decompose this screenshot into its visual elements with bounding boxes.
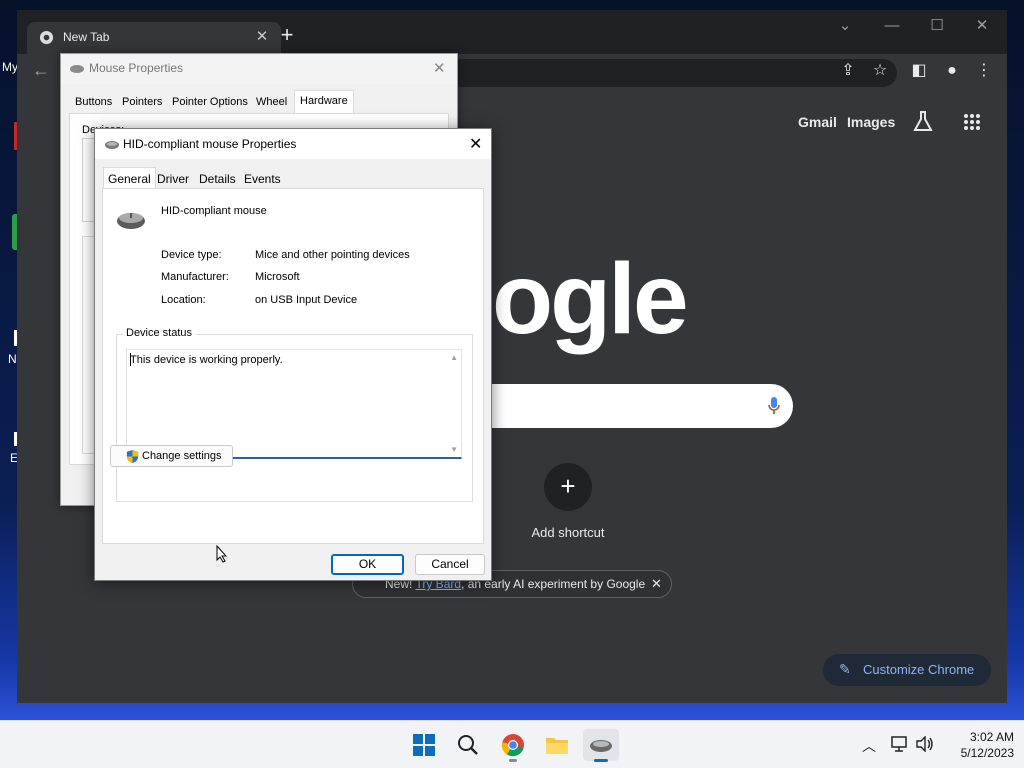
- tab-wheel[interactable]: Wheel: [251, 92, 292, 114]
- scroll-down-arrow-icon[interactable]: ▼: [450, 445, 458, 454]
- desktop-icon-label[interactable]: N: [8, 352, 17, 366]
- show-hidden-icons-chevron-icon[interactable]: ︿: [862, 736, 876, 756]
- google-logo: ogle: [492, 243, 689, 355]
- mouse-icon: [590, 740, 612, 752]
- text-caret: [130, 353, 131, 366]
- share-icon[interactable]: ⇪: [836, 60, 860, 84]
- windows-start-icon: [413, 734, 435, 756]
- clock-date: 5/12/2023: [960, 746, 1014, 760]
- ok-button[interactable]: OK: [331, 554, 404, 575]
- side-panel-icon[interactable]: ◧: [907, 60, 931, 84]
- location-label: Location:: [161, 294, 206, 306]
- device-status-text: This device is working properly.: [130, 354, 283, 366]
- scroll-up-arrow-icon[interactable]: ▲: [450, 353, 458, 362]
- tab-pointers[interactable]: Pointers: [117, 92, 167, 114]
- search-icon: [458, 735, 478, 755]
- network-icon[interactable]: [891, 736, 909, 752]
- taskbar-mouse-properties-button[interactable]: [583, 729, 619, 762]
- address-bar[interactable]: [447, 59, 897, 87]
- start-button[interactable]: [408, 729, 440, 761]
- add-shortcut-button[interactable]: +: [544, 463, 592, 511]
- file-explorer-icon: [546, 738, 568, 754]
- tab-pointer-options[interactable]: Pointer Options: [167, 92, 253, 114]
- new-tab-button[interactable]: +: [275, 23, 299, 47]
- active-indicator: [594, 759, 608, 762]
- dialog-title: HID-compliant mouse Properties: [123, 137, 297, 151]
- title-bar: Mouse Properties ✕: [61, 54, 457, 84]
- tab-close-icon[interactable]: ✕: [253, 27, 271, 45]
- device-type-label: Device type:: [161, 249, 222, 261]
- uac-shield-icon: [126, 449, 139, 464]
- pencil-icon: ✎: [839, 661, 851, 677]
- apps-grid-icon[interactable]: [963, 113, 981, 131]
- hid-mouse-properties-dialog: HID-compliant mouse Properties ✕ General…: [94, 128, 492, 581]
- taskbar-chrome-button[interactable]: [497, 729, 529, 762]
- manufacturer-value: Microsoft: [255, 271, 300, 283]
- tab-general[interactable]: General: [103, 167, 156, 189]
- search-box[interactable]: [487, 384, 793, 428]
- customize-chrome-button[interactable]: ✎ Customize Chrome: [823, 654, 991, 686]
- microphone-icon[interactable]: [767, 396, 781, 416]
- maximize-button[interactable]: ☐: [914, 14, 960, 38]
- manufacturer-label: Manufacturer:: [161, 271, 229, 283]
- close-icon[interactable]: ✕: [651, 576, 662, 592]
- window-title: Mouse Properties: [89, 61, 184, 75]
- volume-icon[interactable]: [916, 736, 934, 752]
- tab-search-icon[interactable]: ⌄: [822, 14, 868, 38]
- chrome-icon: [501, 734, 524, 757]
- profile-icon[interactable]: ●: [940, 60, 964, 84]
- mouse-icon: [105, 141, 119, 149]
- title-bar: HID-compliant mouse Properties ✕: [95, 129, 491, 159]
- mouse-cursor-icon: [216, 545, 228, 563]
- add-shortcut-label[interactable]: Add shortcut: [517, 525, 619, 540]
- close-button[interactable]: ✕: [959, 14, 1005, 38]
- back-arrow-icon[interactable]: ←: [29, 60, 53, 84]
- search-button[interactable]: [452, 729, 484, 761]
- tab-details[interactable]: Details: [195, 171, 240, 189]
- mouse-icon: [70, 65, 84, 73]
- device-status-textbox[interactable]: This device is working properly. ▲ ▼: [126, 349, 462, 459]
- close-icon[interactable]: ✕: [433, 59, 446, 77]
- tab-driver[interactable]: Driver: [153, 171, 193, 189]
- chrome-icon: [39, 30, 54, 45]
- tab-strip: New Tab ✕ + ⌄ — ☐ ✕: [17, 10, 1007, 54]
- labs-flask-icon[interactable]: [913, 110, 933, 132]
- change-settings-button[interactable]: Change settings: [110, 445, 233, 467]
- close-icon[interactable]: ✕: [469, 134, 482, 154]
- taskbar: ︿ 3:02 AM 5/12/2023: [0, 720, 1024, 768]
- bookmark-star-icon[interactable]: ☆: [868, 60, 892, 84]
- menu-icon[interactable]: ⋮: [972, 60, 996, 84]
- tab-title: New Tab: [63, 30, 110, 44]
- taskbar-file-explorer-button[interactable]: [541, 729, 573, 761]
- general-panel: HID-compliant mouse Device type: Mice an…: [102, 188, 484, 544]
- device-name: HID-compliant mouse: [161, 205, 267, 217]
- minimize-button[interactable]: —: [869, 14, 915, 38]
- mouse-device-icon: [117, 213, 145, 229]
- cancel-button[interactable]: Cancel: [415, 554, 485, 575]
- device-type-value: Mice and other pointing devices: [255, 249, 410, 261]
- location-value: on USB Input Device: [255, 294, 358, 306]
- device-status-label: Device status: [123, 327, 196, 339]
- tab-buttons[interactable]: Buttons: [70, 92, 117, 114]
- device-status-group: Device status This device is working pro…: [116, 327, 473, 502]
- desktop-icon-label[interactable]: My: [2, 60, 18, 74]
- tab-events[interactable]: Events: [240, 171, 285, 189]
- running-indicator: [509, 759, 517, 762]
- change-settings-label: Change settings: [142, 450, 222, 462]
- gmail-link[interactable]: Gmail: [798, 114, 837, 130]
- clock-time: 3:02 AM: [969, 730, 1014, 744]
- images-link[interactable]: Images: [847, 114, 895, 130]
- customize-chrome-label: Customize Chrome: [863, 662, 975, 677]
- clock[interactable]: 3:02 AM 5/12/2023: [938, 729, 1014, 761]
- tab-new-tab[interactable]: New Tab ✕: [27, 22, 281, 54]
- tab-hardware[interactable]: Hardware: [294, 90, 354, 114]
